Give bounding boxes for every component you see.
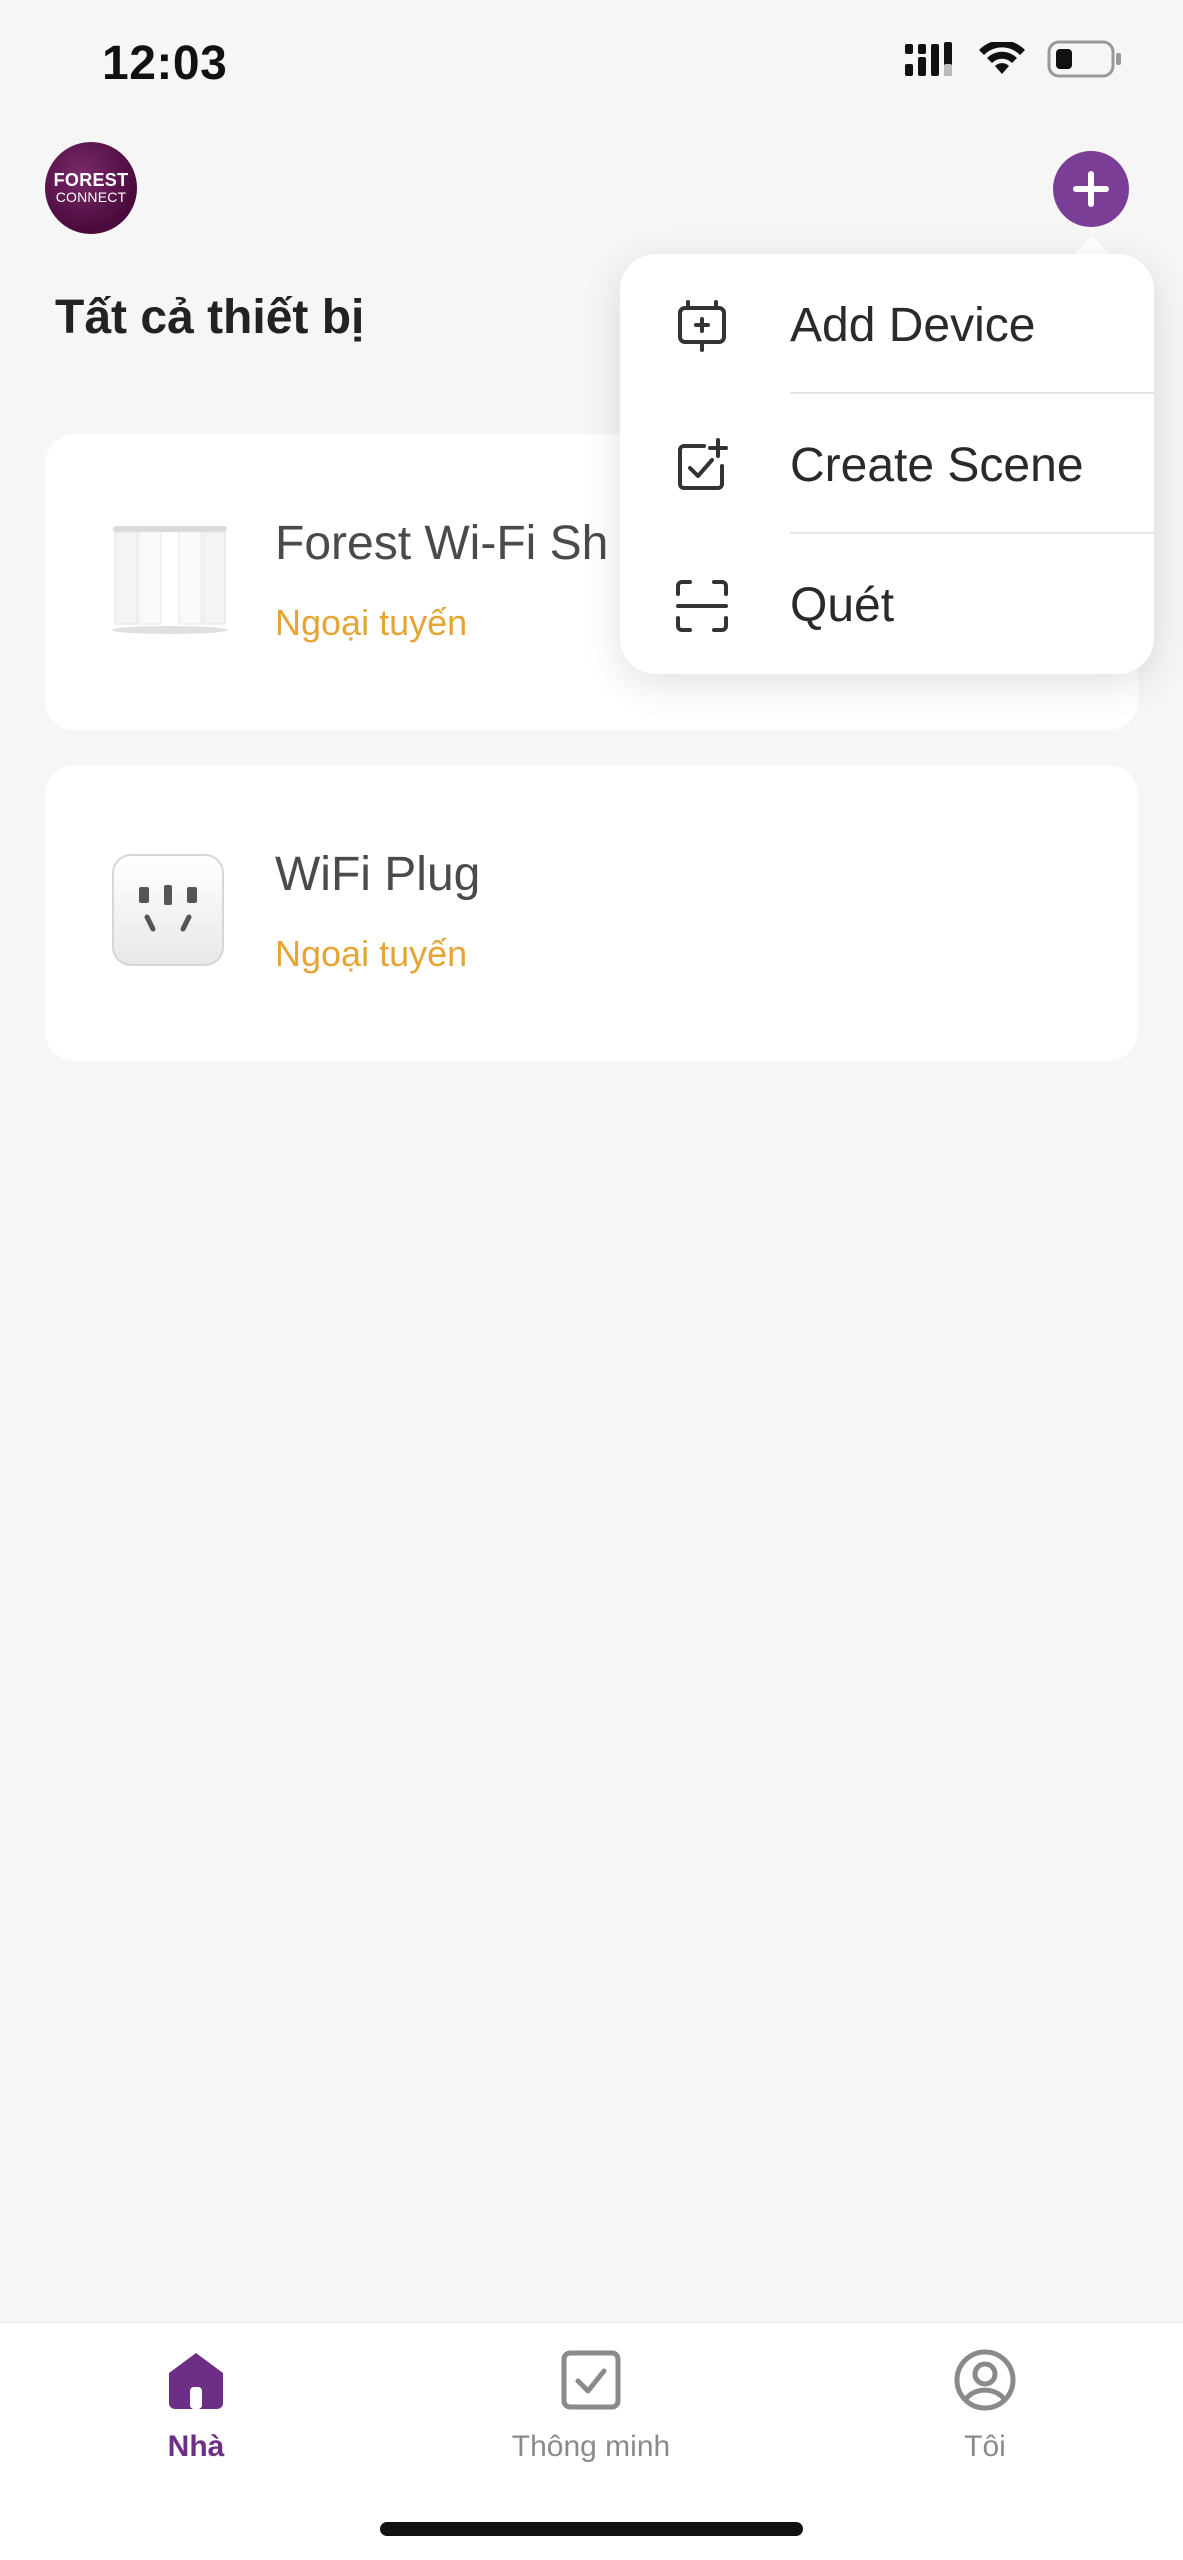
logo-line1: FOREST <box>53 170 129 191</box>
menu-pointer <box>1072 236 1112 256</box>
home-indicator <box>380 2522 803 2536</box>
add-button[interactable] <box>1053 151 1129 227</box>
add-device-icon <box>678 300 726 352</box>
tab-profile[interactable]: Tôi <box>845 2347 1125 2464</box>
device-card-plug[interactable]: WiFi Plug Ngoại tuyến <box>45 765 1138 1061</box>
tab-label: Thông minh <box>511 2430 671 2463</box>
profile-icon <box>954 2349 1016 2411</box>
status-time: 12:03 <box>102 37 228 90</box>
device-status: Ngoại tuyến <box>275 933 468 974</box>
forest-connect-logo[interactable]: FOREST CONNECT <box>45 142 137 234</box>
create-scene-icon <box>678 438 728 490</box>
menu-item-create-scene[interactable]: Create Scene <box>620 394 1154 534</box>
status-icons <box>905 40 1123 78</box>
add-menu: Add Device Create Scene Quét <box>620 254 1154 674</box>
tab-smart[interactable]: Thông minh <box>451 2347 731 2464</box>
menu-item-add-device[interactable]: Add Device <box>620 254 1154 394</box>
plus-icon <box>1073 171 1109 207</box>
tab-home[interactable]: Nhà <box>56 2347 336 2464</box>
plug-icon <box>112 854 224 966</box>
tab-label: Nhà <box>167 2430 225 2463</box>
home-icon <box>169 2353 223 2409</box>
device-name: Forest Wi-Fi Sh <box>275 517 609 570</box>
smart-check-icon <box>561 2350 621 2410</box>
menu-item-label: Add Device <box>790 299 1036 352</box>
battery-icon <box>1047 40 1121 78</box>
cellular-signal-icon <box>905 42 952 76</box>
page-title: Tất cả thiết bị <box>55 291 365 344</box>
tab-label: Tôi <box>964 2430 1006 2463</box>
logo-line2: CONNECT <box>55 189 127 206</box>
menu-item-label: Quét <box>790 579 895 632</box>
wifi-icon <box>979 42 1025 74</box>
menu-item-label: Create Scene <box>790 439 1084 492</box>
menu-item-scan[interactable]: Quét <box>620 534 1154 674</box>
curtain-icon <box>112 526 228 634</box>
device-status: Ngoại tuyến <box>275 602 468 643</box>
device-name: WiFi Plug <box>275 848 481 901</box>
scan-icon <box>676 580 728 632</box>
